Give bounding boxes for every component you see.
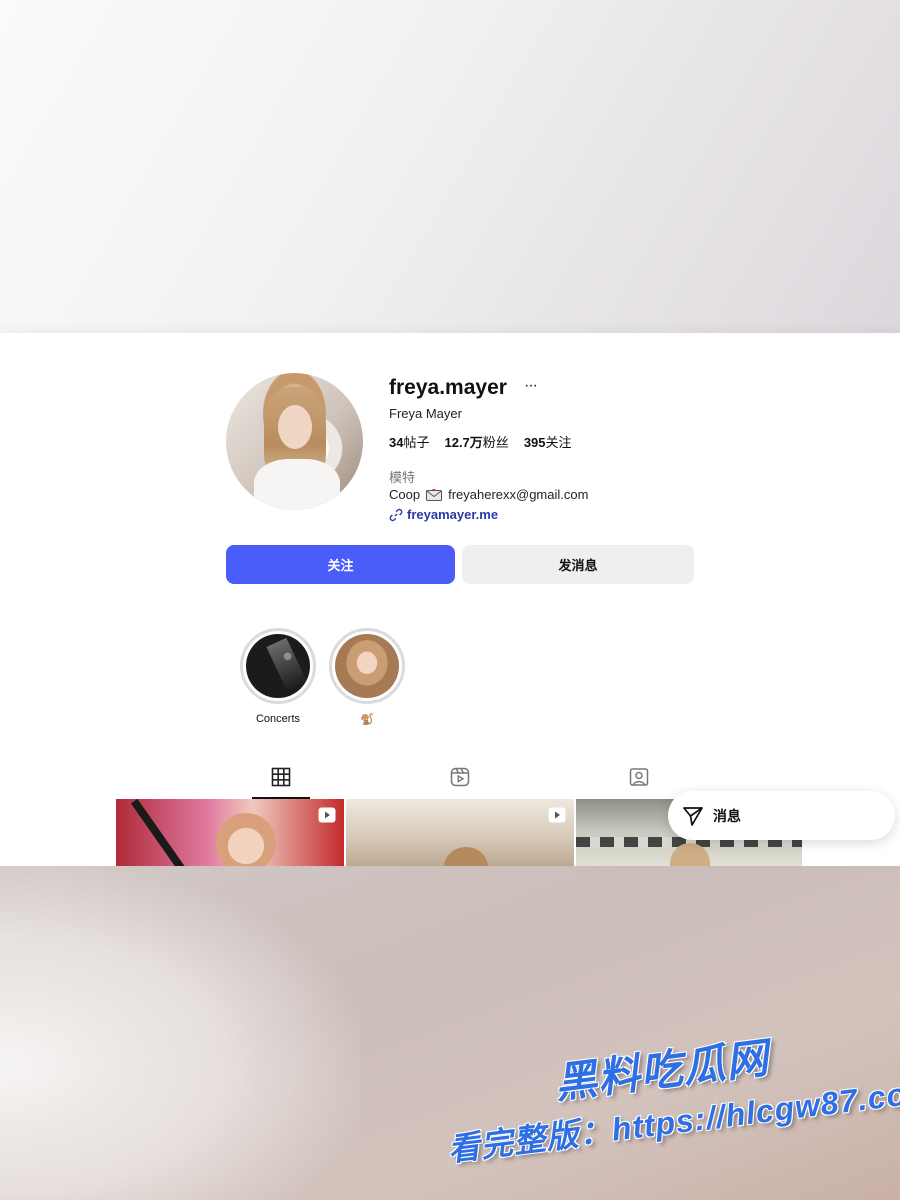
tab-posts[interactable] bbox=[252, 767, 310, 799]
profile-link[interactable]: freyamayer.me bbox=[389, 507, 498, 522]
reel-badge-icon bbox=[548, 807, 566, 823]
tab-reels[interactable] bbox=[431, 767, 489, 799]
tab-tagged[interactable] bbox=[610, 767, 668, 799]
following-label: 关注 bbox=[545, 435, 572, 450]
followers-count: 12.7万 bbox=[444, 435, 483, 450]
profile-bio: Coop freyaherexx@gmail.com bbox=[389, 487, 588, 502]
profile-username: freya.mayer bbox=[389, 376, 507, 399]
highlight-monkey[interactable]: 🐒 bbox=[329, 628, 405, 726]
posts-count: 34 bbox=[389, 435, 404, 450]
reels-icon bbox=[450, 767, 470, 787]
message-button[interactable]: 发消息 bbox=[462, 545, 694, 584]
reel-badge-icon bbox=[318, 807, 336, 823]
followers-stat[interactable]: 12.7万粉丝 bbox=[444, 432, 508, 451]
messages-floating-button[interactable]: 消息 bbox=[668, 791, 895, 840]
avatar-shirt bbox=[254, 459, 340, 510]
post-thumbnail[interactable] bbox=[116, 799, 344, 866]
send-icon bbox=[683, 806, 703, 826]
posts-label: 帖子 bbox=[403, 435, 430, 450]
envelope-icon bbox=[426, 489, 443, 501]
more-options-icon[interactable]: ··· bbox=[524, 377, 538, 395]
link-icon bbox=[389, 508, 403, 521]
highlight-label: Concerts bbox=[255, 713, 301, 725]
messages-label: 消息 bbox=[713, 807, 741, 824]
profile-stats: 34帖子 12.7万粉丝 395关注 bbox=[389, 432, 572, 451]
bio-email[interactable]: freyaherexx@gmail.com bbox=[448, 487, 588, 502]
bio-prefix: Coop bbox=[389, 487, 421, 502]
profile-panel: freya.mayer ··· Freya Mayer 34帖子 12.7万粉丝… bbox=[0, 333, 900, 866]
following-stat[interactable]: 395关注 bbox=[524, 432, 572, 451]
post-thumbnail[interactable] bbox=[346, 799, 574, 866]
profile-link-text: freyamayer.me bbox=[407, 507, 499, 522]
profile-avatar[interactable] bbox=[226, 373, 363, 510]
avatar-face bbox=[278, 405, 312, 449]
followers-label: 粉丝 bbox=[482, 435, 509, 450]
highlight-ring bbox=[240, 628, 316, 704]
highlight-label: 🐒 bbox=[360, 714, 374, 726]
highlight-cover bbox=[246, 634, 310, 698]
following-count: 395 bbox=[523, 435, 546, 450]
profile-full-name: Freya Mayer bbox=[389, 406, 462, 421]
highlight-cover bbox=[335, 634, 399, 698]
top-background bbox=[0, 0, 900, 333]
tagged-icon bbox=[629, 768, 649, 786]
profile-category: 模特 bbox=[389, 470, 416, 485]
grid-icon bbox=[271, 767, 291, 787]
highlight-concerts[interactable]: Concerts bbox=[240, 628, 316, 725]
follow-button[interactable]: 关注 bbox=[226, 545, 455, 584]
posts-stat[interactable]: 34帖子 bbox=[389, 432, 429, 451]
highlight-ring bbox=[329, 628, 405, 704]
